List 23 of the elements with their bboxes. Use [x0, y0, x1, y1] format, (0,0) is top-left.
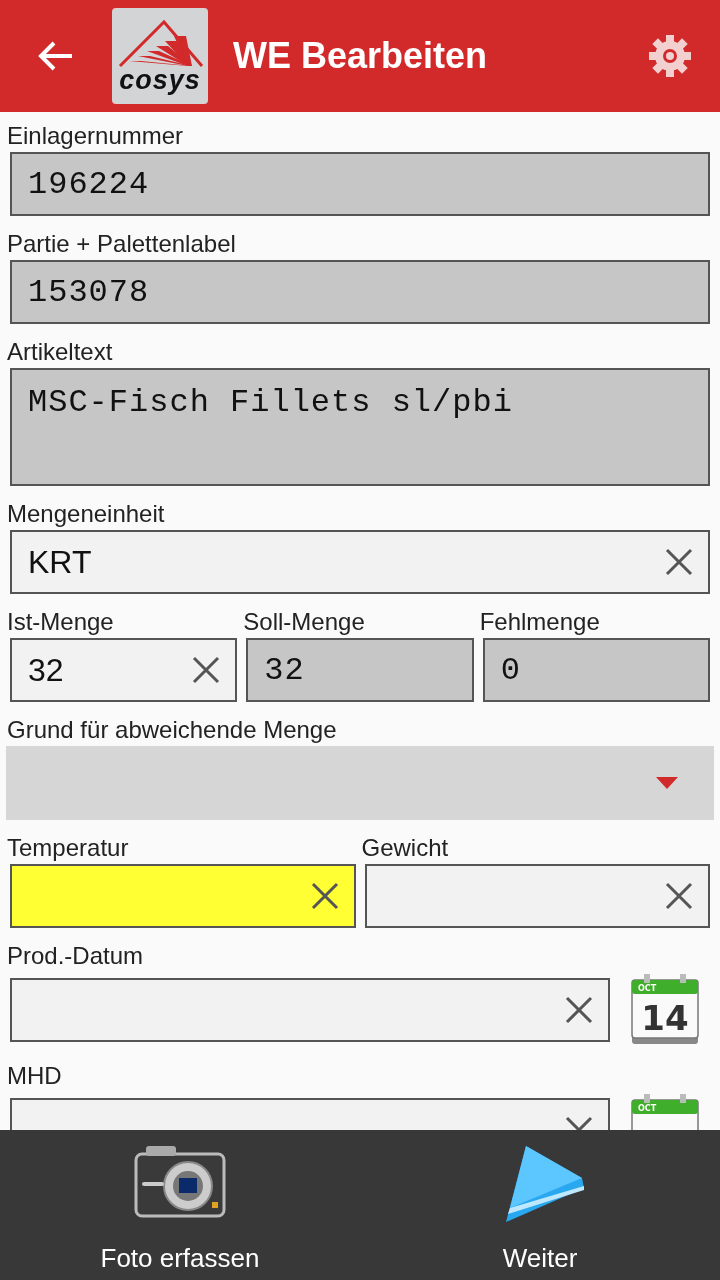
field-label: Soll-Menge: [243, 607, 366, 637]
input-field[interactable]: 32: [246, 638, 474, 702]
field-label: Mengeneinheit: [7, 499, 166, 529]
screen-title: WE Bearbeiten: [233, 35, 489, 77]
field-label: Temperatur: [7, 833, 130, 863]
field-label: MHD: [7, 1061, 63, 1091]
field-label: Partie + Palettenlabel: [7, 229, 237, 259]
input-field[interactable]: KRT: [10, 530, 710, 594]
field-label: Einlagernummer: [7, 121, 185, 151]
logo: cosys: [112, 8, 208, 104]
input-field[interactable]: 0: [482, 638, 710, 702]
field-label: Grund für abweichende Menge: [7, 715, 338, 745]
field-label: Fehlmenge: [479, 607, 601, 637]
field-label: Ist-Menge: [7, 607, 115, 637]
field-label: Prod.-Datum: [7, 941, 145, 971]
input-field[interactable]: 32: [10, 638, 238, 702]
input-field[interactable]: 153078: [10, 260, 710, 324]
text-area[interactable]: MSC-Fisch Fillets sl/pbi: [10, 368, 710, 486]
action-button[interactable]: Weiter: [360, 1130, 720, 1280]
action-button[interactable]: Foto erfassen: [0, 1130, 360, 1280]
field-label: Artikeltext: [7, 337, 114, 367]
input-field[interactable]: 196224: [10, 152, 710, 216]
field-label: Gewicht: [361, 833, 450, 863]
